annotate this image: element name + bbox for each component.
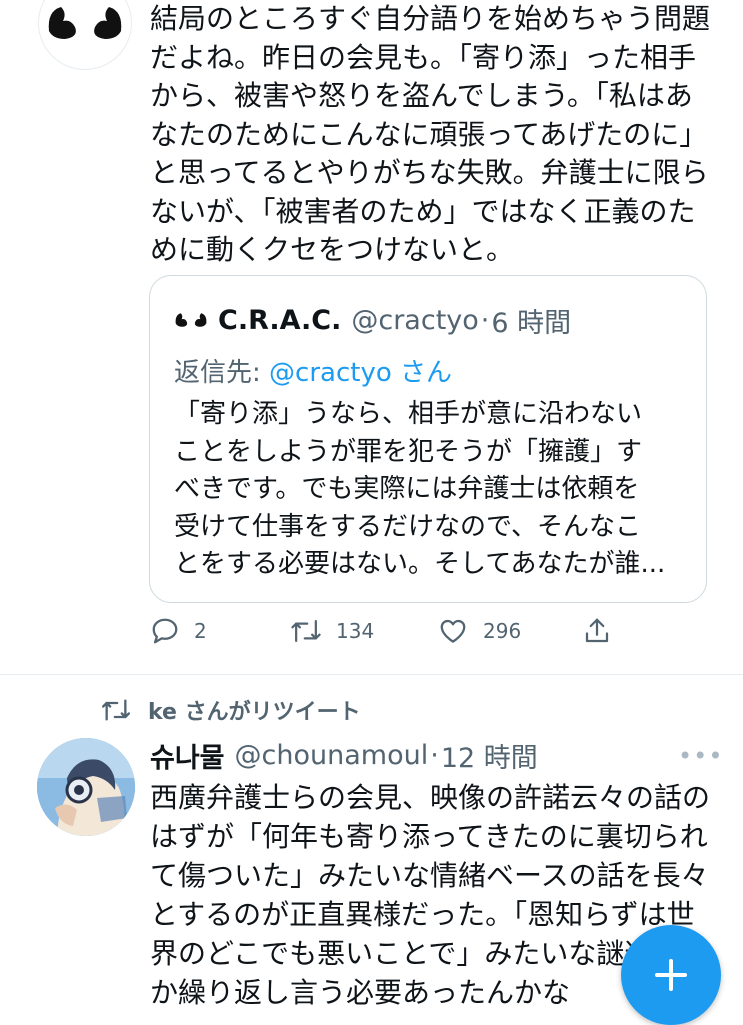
quoted-dot: · bbox=[480, 304, 490, 336]
more-icon[interactable]: ••• bbox=[678, 742, 723, 770]
retweet-icon bbox=[101, 699, 130, 721]
quoted-reply-to: 返信先: @cractyo さん bbox=[174, 352, 452, 389]
reply-to-mention[interactable]: @cractyo bbox=[269, 358, 392, 388]
quoted-timestamp: 6 時間 bbox=[491, 307, 572, 339]
logo-hands-icon bbox=[175, 313, 207, 327]
reply-icon bbox=[152, 618, 178, 644]
quoted-author-handle: @cractyo bbox=[351, 304, 479, 336]
tweet-actions: 2 134 296 bbox=[150, 616, 620, 656]
retweet-icon bbox=[291, 620, 321, 642]
timestamp[interactable]: 12 時間 bbox=[441, 736, 538, 775]
retweet-button[interactable]: 134 bbox=[290, 616, 374, 646]
quoted-tweet-text: 「寄り添」うなら、相手が意に沿わない ことをしようが罪を犯そうが「擁護」す べき… bbox=[174, 399, 666, 579]
reply-button[interactable]: 2 bbox=[150, 616, 207, 646]
author-name[interactable]: 슈나물 bbox=[150, 736, 225, 775]
compose-tweet-button[interactable] bbox=[621, 925, 721, 1025]
retweet-count: 134 bbox=[336, 619, 375, 643]
share-button[interactable] bbox=[582, 616, 626, 646]
avatar-crac[interactable] bbox=[38, 0, 132, 70]
avatar-chounamoul[interactable] bbox=[37, 738, 135, 836]
author-handle[interactable]: @chounamoul bbox=[235, 740, 429, 771]
like-count: 296 bbox=[483, 619, 522, 643]
retweet-banner-text: ke さんがリツイート bbox=[148, 700, 361, 725]
reply-to-suffix: さん bbox=[391, 358, 452, 388]
quoted-author-name: C.R.A.C. bbox=[218, 304, 342, 336]
retweet-banner[interactable]: ke さんがリツイート bbox=[100, 694, 361, 726]
tweet-2-header: 슈나물 @chounamoul · 12 時間 bbox=[150, 735, 538, 775]
logo-hands-icon bbox=[48, 7, 122, 39]
share-icon bbox=[585, 618, 609, 643]
quoted-tweet-header: C.R.A.C. @cractyo · 6 時間 bbox=[174, 300, 571, 340]
reply-count: 2 bbox=[194, 619, 207, 643]
dot-separator: · bbox=[430, 739, 439, 771]
tweet-1-text: 結局のところすぐ自分語りを始めちゃう問題 だよね。昨日の会見も。「寄り添」った相… bbox=[150, 2, 711, 266]
like-icon bbox=[440, 619, 466, 643]
avatar-illustration bbox=[37, 738, 135, 836]
quoted-tweet[interactable]: C.R.A.C. @cractyo · 6 時間 返信先: @cractyo さ… bbox=[149, 275, 707, 603]
reply-to-prefix: 返信先: bbox=[174, 358, 270, 388]
compose-plus-icon bbox=[655, 959, 687, 991]
timeline-divider bbox=[0, 674, 743, 675]
like-button[interactable]: 296 bbox=[437, 616, 521, 646]
tweet-1[interactable]: 結局のところすぐ自分語りを始めちゃう問題 だよね。昨日の会見も。「寄り添」った相… bbox=[0, 0, 743, 674]
